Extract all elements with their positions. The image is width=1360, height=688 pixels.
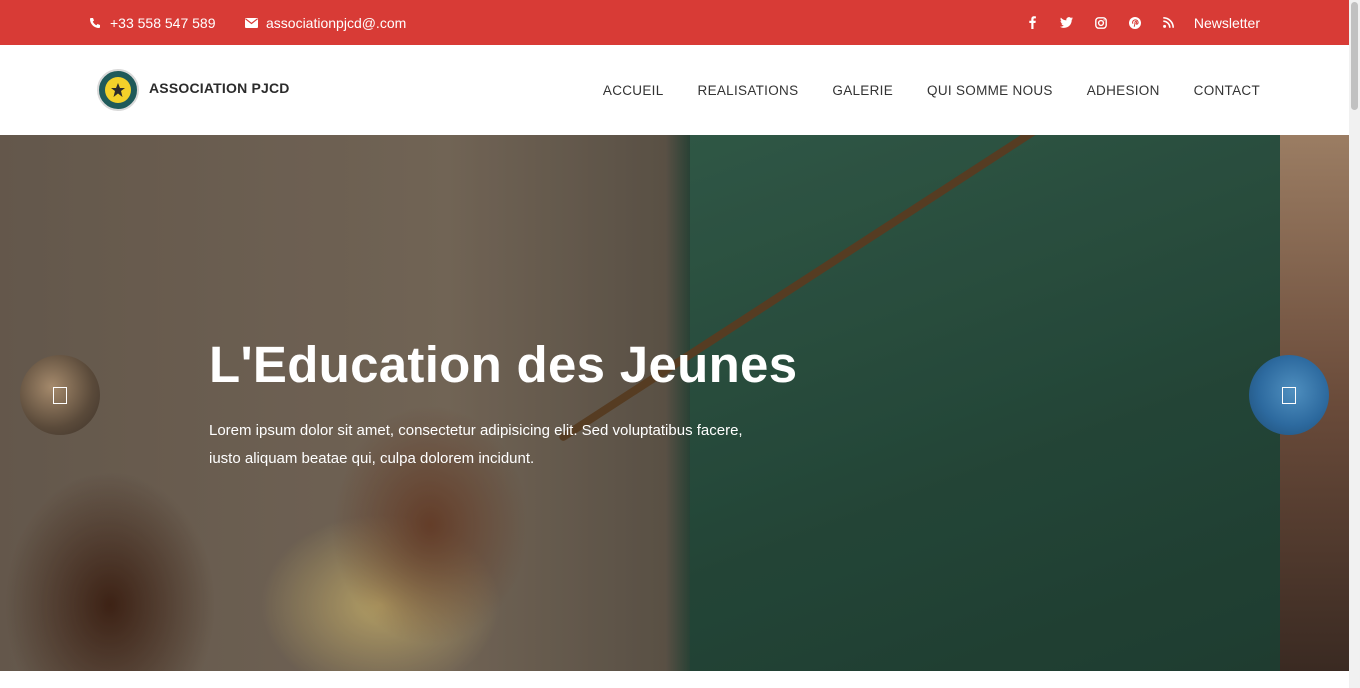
pinterest-icon[interactable] <box>1118 0 1152 45</box>
nav-item-galerie[interactable]: GALERIE <box>832 83 893 98</box>
image-overlay <box>0 135 1280 671</box>
scrollbar-thumb[interactable] <box>1351 2 1358 110</box>
slider-next-button[interactable] <box>1249 355 1329 435</box>
envelope-icon <box>244 16 258 30</box>
brand-name[interactable]: ASSOCIATION PJCD <box>149 80 290 96</box>
nav-item-adhesion[interactable]: ADHESION <box>1087 83 1160 98</box>
email-address: associationpjcd@.com <box>266 14 407 31</box>
next-arrow-icon <box>1282 386 1296 404</box>
twitter-icon[interactable] <box>1050 0 1084 45</box>
hero-title: L'Education des Jeunes <box>209 336 798 393</box>
site-header: ASSOCIATION PJCD ACCUEIL REALISATIONS GA… <box>0 45 1349 135</box>
top-bar: +33 558 547 589 associationpjcd@.com New… <box>0 0 1349 45</box>
facebook-icon[interactable] <box>1016 0 1050 45</box>
nav-item-contact[interactable]: CONTACT <box>1194 83 1260 98</box>
hero-slide-image <box>0 135 1280 671</box>
page-scrollbar[interactable] <box>1349 0 1360 688</box>
slider-prev-button[interactable] <box>20 355 100 435</box>
nav-item-qui-somme-nous[interactable]: QUI SOMME NOUS <box>927 83 1053 98</box>
rss-icon[interactable] <box>1152 0 1186 45</box>
logo-emblem <box>105 77 131 103</box>
social-links: Newsletter <box>1016 0 1260 45</box>
phone-icon <box>88 16 102 30</box>
nav-item-realisations[interactable]: REALISATIONS <box>698 83 799 98</box>
logo-icon[interactable] <box>97 69 139 111</box>
hero-slider: L'Education des Jeunes Lorem ipsum dolor… <box>0 135 1349 671</box>
hero-description: Lorem ipsum dolor sit amet, consectetur … <box>209 422 743 467</box>
instagram-icon[interactable] <box>1084 0 1118 45</box>
newsletter-link[interactable]: Newsletter <box>1194 15 1260 31</box>
prev-arrow-icon <box>53 386 67 404</box>
main-nav: ACCUEIL REALISATIONS GALERIE QUI SOMME N… <box>569 45 1260 135</box>
email-contact[interactable]: associationpjcd@.com <box>244 0 406 45</box>
phone-number: +33 558 547 589 <box>110 14 216 31</box>
nav-item-accueil[interactable]: ACCUEIL <box>603 83 664 98</box>
phone-contact[interactable]: +33 558 547 589 <box>88 0 216 45</box>
